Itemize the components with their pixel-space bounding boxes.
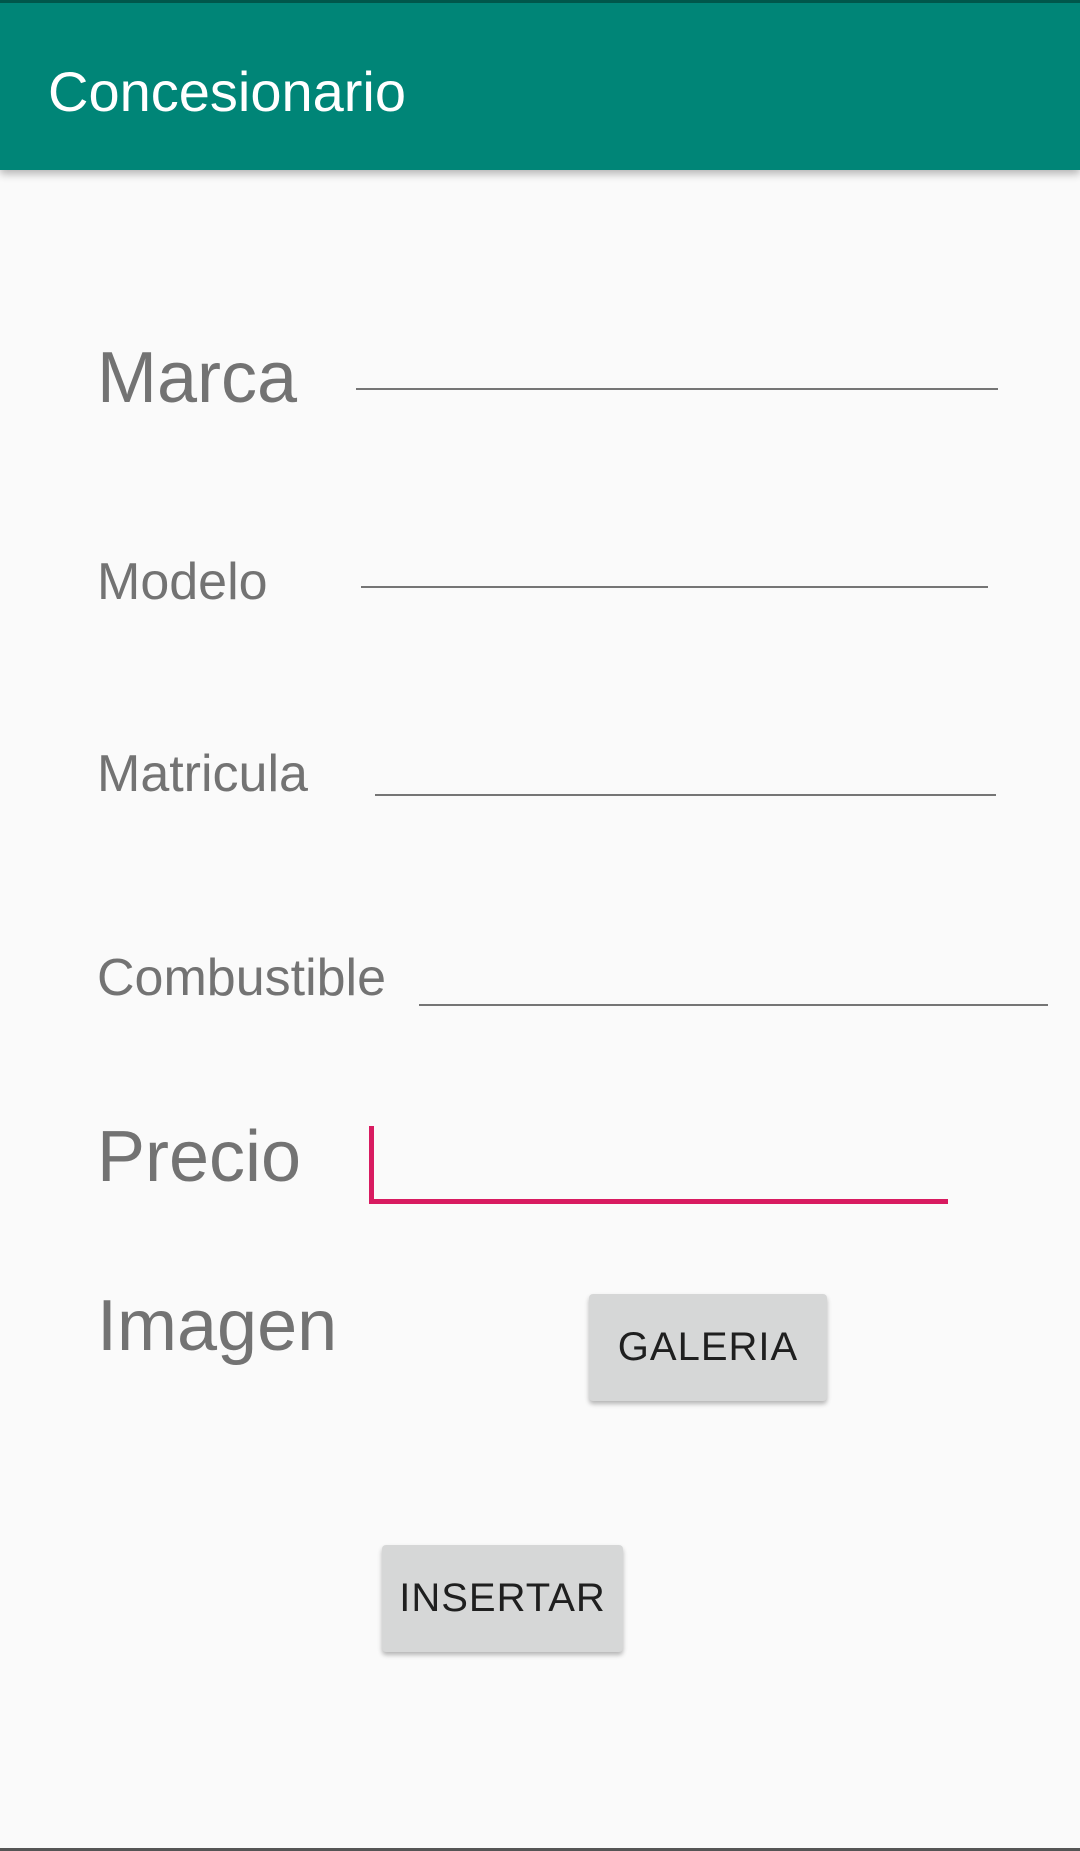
app-title: Concesionario: [48, 60, 406, 123]
combustible-input[interactable]: [419, 942, 1048, 1002]
combustible-field[interactable]: [419, 942, 1048, 1006]
combustible-label: Combustible: [97, 949, 387, 1007]
insertar-button[interactable]: INSERTAR: [382, 1545, 623, 1652]
imagen-label: Imagen: [97, 1286, 338, 1366]
matricula-field[interactable]: [375, 732, 996, 796]
modelo-label: Modelo: [97, 553, 268, 611]
precio-field[interactable]: [369, 1126, 948, 1204]
marca-field[interactable]: [356, 326, 998, 390]
precio-label: Precio: [97, 1117, 302, 1197]
galeria-button[interactable]: GALERIA: [589, 1294, 827, 1401]
text-cursor: [369, 1126, 374, 1199]
marca-label: Marca: [97, 338, 298, 418]
marca-input[interactable]: [356, 326, 998, 386]
app-bar: Concesionario: [0, 0, 1080, 170]
matricula-label: Matricula: [97, 745, 308, 803]
matricula-input[interactable]: [375, 732, 996, 792]
precio-input[interactable]: [369, 1137, 948, 1197]
modelo-input[interactable]: [361, 524, 988, 584]
modelo-field[interactable]: [361, 524, 988, 588]
